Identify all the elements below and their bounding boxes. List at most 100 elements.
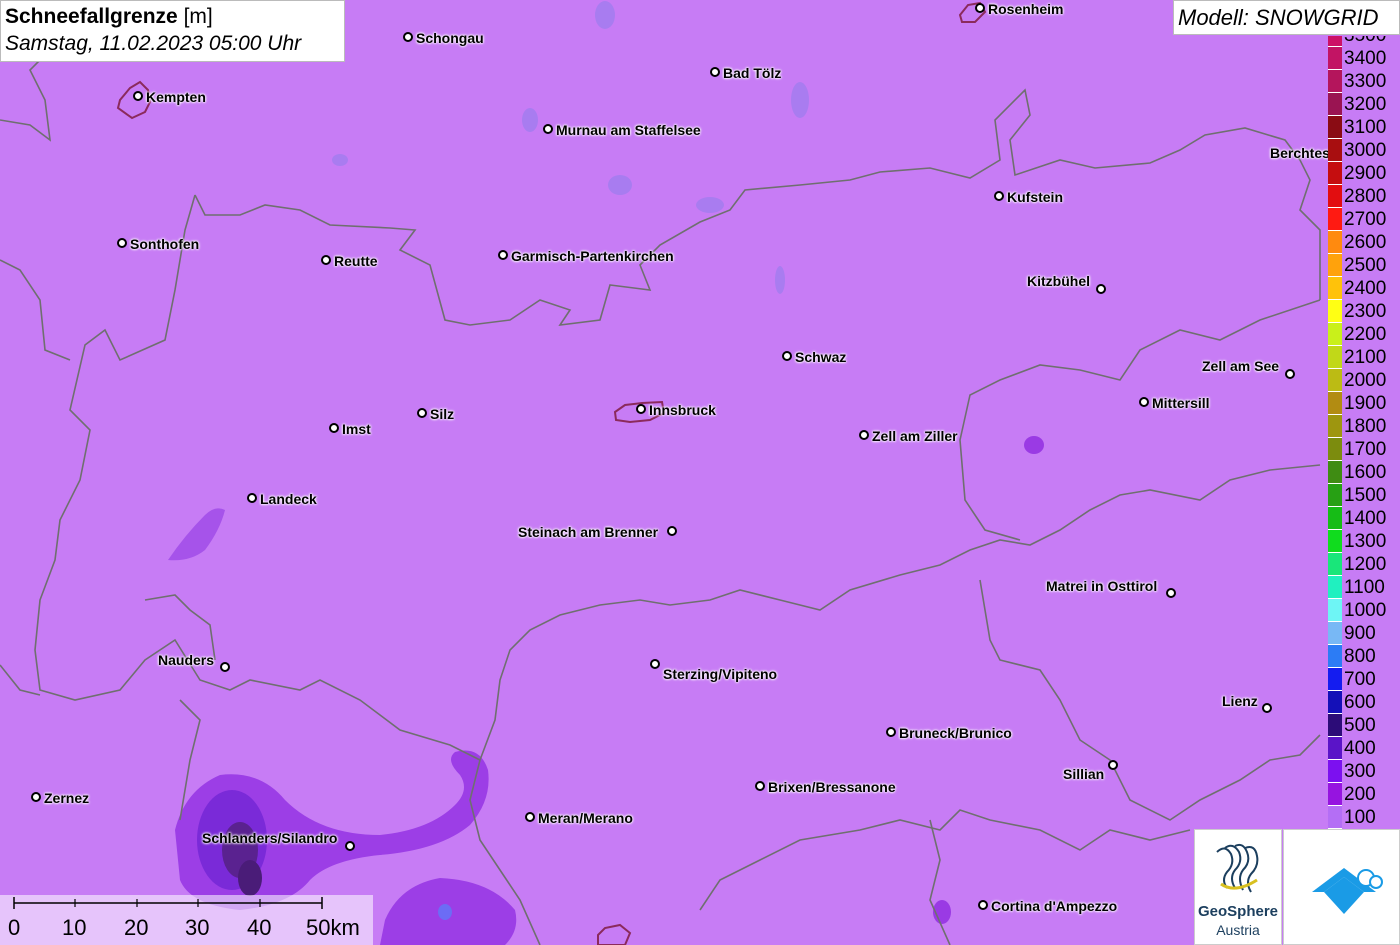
city-marker[interactable] [1096,284,1106,294]
legend-swatch [1328,392,1342,415]
legend-swatch [1328,277,1342,300]
city-marker[interactable] [886,727,896,737]
legend-label: 400 [1344,738,1376,759]
city-label: Landeck [260,491,317,507]
city-marker[interactable] [859,430,869,440]
scale-label: 0 [8,915,21,940]
legend-swatch [1328,231,1342,254]
city-label: Zell am Ziller [872,428,958,444]
legend-swatch [1328,162,1342,185]
color-legend: 3500340033003200310030002900280027002600… [1328,36,1400,830]
city-marker[interactable] [543,124,553,134]
city-label: Lienz [1222,693,1258,709]
city-marker[interactable] [133,91,143,101]
city-marker[interactable] [247,493,257,503]
map-title-box: Schneefallgrenze [m] Samstag, 11.02.2023… [0,0,345,62]
city-marker[interactable] [498,250,508,260]
city-marker[interactable] [1108,760,1118,770]
legend-row: 700 [1328,668,1400,691]
legend-swatch [1328,208,1342,231]
city-marker[interactable] [636,404,646,414]
city-label: Meran/Merano [538,810,633,826]
snowline-map[interactable] [0,0,1400,945]
legend-label: 3000 [1344,140,1387,161]
legend-label: 2700 [1344,209,1387,230]
city-marker[interactable] [329,423,339,433]
city-marker[interactable] [1166,588,1176,598]
city-marker[interactable] [220,662,230,672]
legend-row: 2500 [1328,254,1400,277]
city-marker[interactable] [417,408,427,418]
city-marker[interactable] [345,841,355,851]
city-marker[interactable] [782,351,792,361]
city-marker[interactable] [975,3,985,13]
legend-swatch [1328,93,1342,116]
city-label: Murnau am Staffelsee [556,122,701,138]
city-marker[interactable] [1285,369,1295,379]
legend-label: 700 [1344,669,1376,690]
legend-label: 2100 [1344,347,1387,368]
scale-label: 50km [306,915,360,940]
legend-swatch [1328,691,1342,714]
city-marker[interactable] [650,659,660,669]
legend-swatch [1328,760,1342,783]
legend-label: 1800 [1344,416,1387,437]
city-label: Zell am See [1202,358,1280,374]
city-label: Zernez [44,790,90,806]
city-label: Nauders [158,652,215,668]
scale-label: 30 [185,915,210,940]
legend-row: 1300 [1328,530,1400,553]
legend-row: 1900 [1328,392,1400,415]
city-marker[interactable] [994,191,1004,201]
legend-swatch [1328,139,1342,162]
legend-swatch [1328,323,1342,346]
legend-label: 500 [1344,715,1376,736]
city-marker[interactable] [31,792,41,802]
legend-row: 600 [1328,691,1400,714]
city-marker[interactable] [321,255,331,265]
city-label: Sonthofen [130,236,200,252]
city-label: Rosenheim [988,1,1064,17]
city-marker[interactable] [1139,397,1149,407]
legend-swatch [1328,599,1342,622]
city-marker[interactable] [1262,703,1272,713]
legend-label: 1400 [1344,508,1387,529]
legend-swatch [1328,346,1342,369]
scale-label: 10 [62,915,87,940]
legend-label: 3500 [1344,36,1386,47]
city-marker[interactable] [710,67,720,77]
legend-label: 2400 [1344,278,1387,299]
legend-swatch [1328,36,1342,47]
legend-swatch [1328,783,1342,806]
legend-label: 2000 [1344,370,1387,391]
city-marker[interactable] [525,812,535,822]
city-marker[interactable] [978,900,988,910]
legend-swatch [1328,116,1342,139]
scale-bar: 0 10 20 30 40 50km [0,895,373,945]
legend-row: 2200 [1328,323,1400,346]
legend-swatch [1328,714,1342,737]
app-logo[interactable] [1283,829,1400,945]
legend-label: 900 [1344,623,1376,644]
city-marker[interactable] [117,238,127,248]
city-label: Sillian [1063,766,1105,782]
legend-row: 1600 [1328,461,1400,484]
legend-swatch [1328,461,1342,484]
city-label: Innsbruck [649,402,716,418]
city-marker[interactable] [403,32,413,42]
city-marker[interactable] [667,526,677,536]
legend-row: 2100 [1328,346,1400,369]
scale-label: 40 [247,915,272,940]
legend-row: 800 [1328,645,1400,668]
cloud-arrow-icon [1312,868,1383,914]
legend-label: 1500 [1344,485,1387,506]
geosphere-logo[interactable]: GeoSphere Austria [1194,829,1282,945]
city-marker[interactable] [755,781,765,791]
model-label: Modell: SNOWGRID [1173,0,1400,35]
legend-swatch [1328,530,1342,553]
legend-swatch [1328,438,1342,461]
legend-row: 2400 [1328,277,1400,300]
city-label: Imst [342,421,371,437]
legend-row: 1800 [1328,415,1400,438]
city-label: Reutte [334,253,378,269]
